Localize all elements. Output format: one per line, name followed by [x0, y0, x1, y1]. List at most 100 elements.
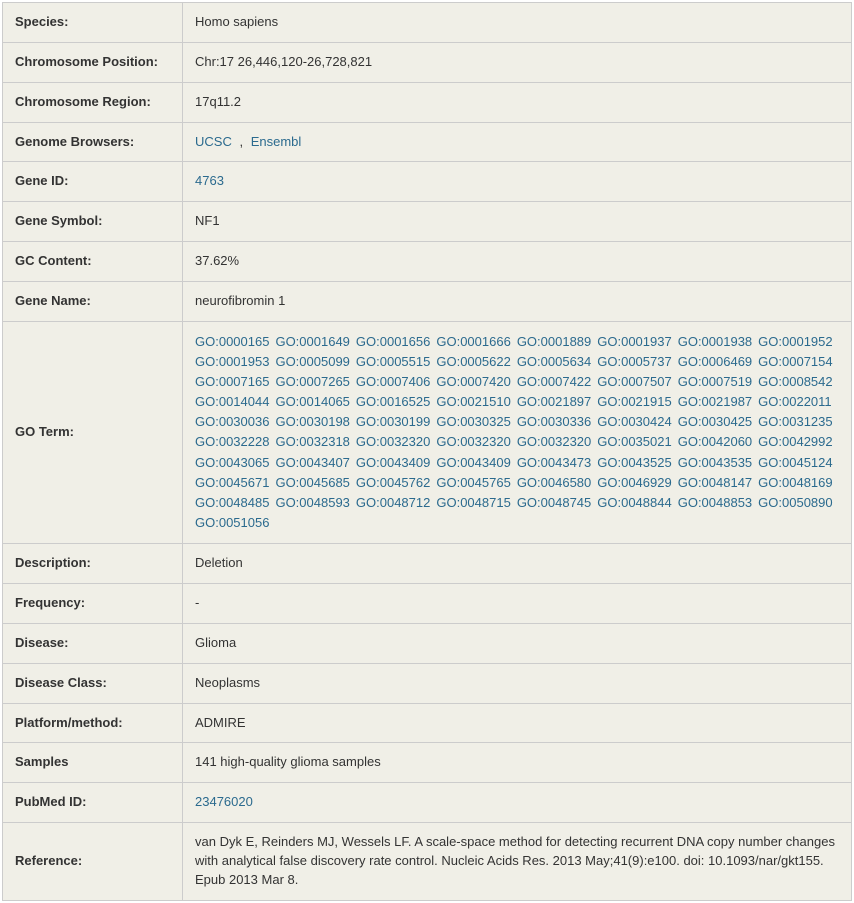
go-term-link[interactable]: GO:0030424 — [597, 412, 671, 432]
go-term-link[interactable]: GO:0045685 — [275, 473, 349, 493]
go-term-link[interactable]: GO:0006469 — [678, 352, 752, 372]
go-term-link[interactable]: GO:0048169 — [758, 473, 832, 493]
go-term-link[interactable]: GO:0046929 — [597, 473, 671, 493]
go-term-link[interactable]: GO:0007154 — [758, 352, 832, 372]
ucsc-link[interactable]: UCSC — [195, 134, 232, 149]
go-term-link[interactable]: GO:0007422 — [517, 372, 591, 392]
label-platform: Platform/method: — [3, 704, 183, 743]
go-term-link[interactable]: GO:0005099 — [275, 352, 349, 372]
go-term-link[interactable]: GO:0043407 — [275, 453, 349, 473]
go-term-link[interactable]: GO:0005622 — [436, 352, 510, 372]
go-term-link[interactable]: GO:0001656 — [356, 332, 430, 352]
go-term-link[interactable]: GO:0048147 — [678, 473, 752, 493]
go-term-link[interactable]: GO:0032320 — [517, 432, 591, 452]
go-term-link[interactable]: GO:0001938 — [678, 332, 752, 352]
label-frequency: Frequency: — [3, 584, 183, 623]
go-term-link[interactable]: GO:0007420 — [436, 372, 510, 392]
go-term-link[interactable]: GO:0001937 — [597, 332, 671, 352]
go-term-link[interactable]: GO:0001649 — [275, 332, 349, 352]
go-term-link[interactable]: GO:0048844 — [597, 493, 671, 513]
value-chromosome-region: 17q11.2 — [183, 83, 851, 122]
go-term-link[interactable]: GO:0043473 — [517, 453, 591, 473]
row-pubmed-id: PubMed ID: 23476020 — [3, 783, 851, 823]
value-reference: van Dyk E, Reinders MJ, Wessels LF. A sc… — [183, 823, 851, 900]
row-chromosome-position: Chromosome Position: Chr:17 26,446,120-2… — [3, 43, 851, 83]
go-term-link[interactable]: GO:0043409 — [356, 453, 430, 473]
go-term-link[interactable]: GO:0007265 — [275, 372, 349, 392]
value-disease: Glioma — [183, 624, 851, 663]
go-term-link[interactable]: GO:0045124 — [758, 453, 832, 473]
go-term-link[interactable]: GO:0042060 — [678, 432, 752, 452]
go-term-link[interactable]: GO:0001953 — [195, 352, 269, 372]
go-term-link[interactable]: GO:0005515 — [356, 352, 430, 372]
go-term-link[interactable]: GO:0030198 — [275, 412, 349, 432]
go-term-link[interactable]: GO:0051056 — [195, 513, 269, 533]
go-term-link[interactable]: GO:0048715 — [436, 493, 510, 513]
label-gc-content: GC Content: — [3, 242, 183, 281]
go-term-link[interactable]: GO:0035021 — [597, 432, 671, 452]
go-term-link[interactable]: GO:0021510 — [436, 392, 510, 412]
go-term-link[interactable]: GO:0043535 — [678, 453, 752, 473]
go-term-link[interactable]: GO:0032320 — [436, 432, 510, 452]
label-chromosome-region: Chromosome Region: — [3, 83, 183, 122]
go-term-link[interactable]: GO:0014065 — [275, 392, 349, 412]
label-disease: Disease: — [3, 624, 183, 663]
go-term-link[interactable]: GO:0001666 — [436, 332, 510, 352]
go-term-link[interactable]: GO:0005737 — [597, 352, 671, 372]
go-term-link[interactable]: GO:0043525 — [597, 453, 671, 473]
row-frequency: Frequency: - — [3, 584, 851, 624]
go-term-link[interactable]: GO:0007406 — [356, 372, 430, 392]
go-term-link[interactable]: GO:0008542 — [758, 372, 832, 392]
value-species: Homo sapiens — [183, 3, 851, 42]
go-term-link[interactable]: GO:0048853 — [678, 493, 752, 513]
go-term-link[interactable]: GO:0021897 — [517, 392, 591, 412]
go-term-link[interactable]: GO:0030425 — [678, 412, 752, 432]
go-term-link[interactable]: GO:0007519 — [678, 372, 752, 392]
go-term-link[interactable]: GO:0030336 — [517, 412, 591, 432]
label-disease-class: Disease Class: — [3, 664, 183, 703]
value-gene-name: neurofibromin 1 — [183, 282, 851, 321]
label-description: Description: — [3, 544, 183, 583]
go-term-link[interactable]: GO:0016525 — [356, 392, 430, 412]
go-term-link[interactable]: GO:0021915 — [597, 392, 671, 412]
label-chromosome-position: Chromosome Position: — [3, 43, 183, 82]
go-term-link[interactable]: GO:0007507 — [597, 372, 671, 392]
go-term-link[interactable]: GO:0043065 — [195, 453, 269, 473]
go-term-link[interactable]: GO:0050890 — [758, 493, 832, 513]
go-term-link[interactable]: GO:0007165 — [195, 372, 269, 392]
go-term-link[interactable]: GO:0045762 — [356, 473, 430, 493]
go-term-link[interactable]: GO:0022011 — [758, 392, 831, 412]
value-gene-id: 4763 — [183, 162, 851, 201]
row-disease: Disease: Glioma — [3, 624, 851, 664]
go-term-link[interactable]: GO:0042992 — [758, 432, 832, 452]
label-gene-name: Gene Name: — [3, 282, 183, 321]
go-term-link[interactable]: GO:0046580 — [517, 473, 591, 493]
go-term-link[interactable]: GO:0030325 — [436, 412, 510, 432]
go-term-link[interactable]: GO:0048485 — [195, 493, 269, 513]
go-term-link[interactable]: GO:0005634 — [517, 352, 591, 372]
go-term-link[interactable]: GO:0030199 — [356, 412, 430, 432]
go-term-link[interactable]: GO:0001952 — [758, 332, 832, 352]
go-term-link[interactable]: GO:0032318 — [275, 432, 349, 452]
label-species: Species: — [3, 3, 183, 42]
go-term-link[interactable]: GO:0048593 — [275, 493, 349, 513]
go-term-link[interactable]: GO:0032320 — [356, 432, 430, 452]
go-term-link[interactable]: GO:0048745 — [517, 493, 591, 513]
go-term-link[interactable]: GO:0032228 — [195, 432, 269, 452]
go-term-link[interactable]: GO:0000165 — [195, 332, 269, 352]
go-term-link[interactable]: GO:0048712 — [356, 493, 430, 513]
pubmed-link[interactable]: 23476020 — [195, 794, 253, 809]
go-term-link[interactable]: GO:0014044 — [195, 392, 269, 412]
row-gene-name: Gene Name: neurofibromin 1 — [3, 282, 851, 322]
go-term-link[interactable]: GO:0045765 — [436, 473, 510, 493]
go-term-link[interactable]: GO:0021987 — [678, 392, 752, 412]
go-term-link[interactable]: GO:0043409 — [436, 453, 510, 473]
go-term-link[interactable]: GO:0045671 — [195, 473, 269, 493]
go-term-link[interactable]: GO:0001889 — [517, 332, 591, 352]
go-term-link[interactable]: GO:0030036 — [195, 412, 269, 432]
gene-id-link[interactable]: 4763 — [195, 173, 224, 188]
go-term-link[interactable]: GO:0031235 — [758, 412, 832, 432]
row-genome-browsers: Genome Browsers: UCSC , Ensembl — [3, 123, 851, 163]
ensembl-link[interactable]: Ensembl — [251, 134, 302, 149]
label-samples: Samples — [3, 743, 183, 782]
